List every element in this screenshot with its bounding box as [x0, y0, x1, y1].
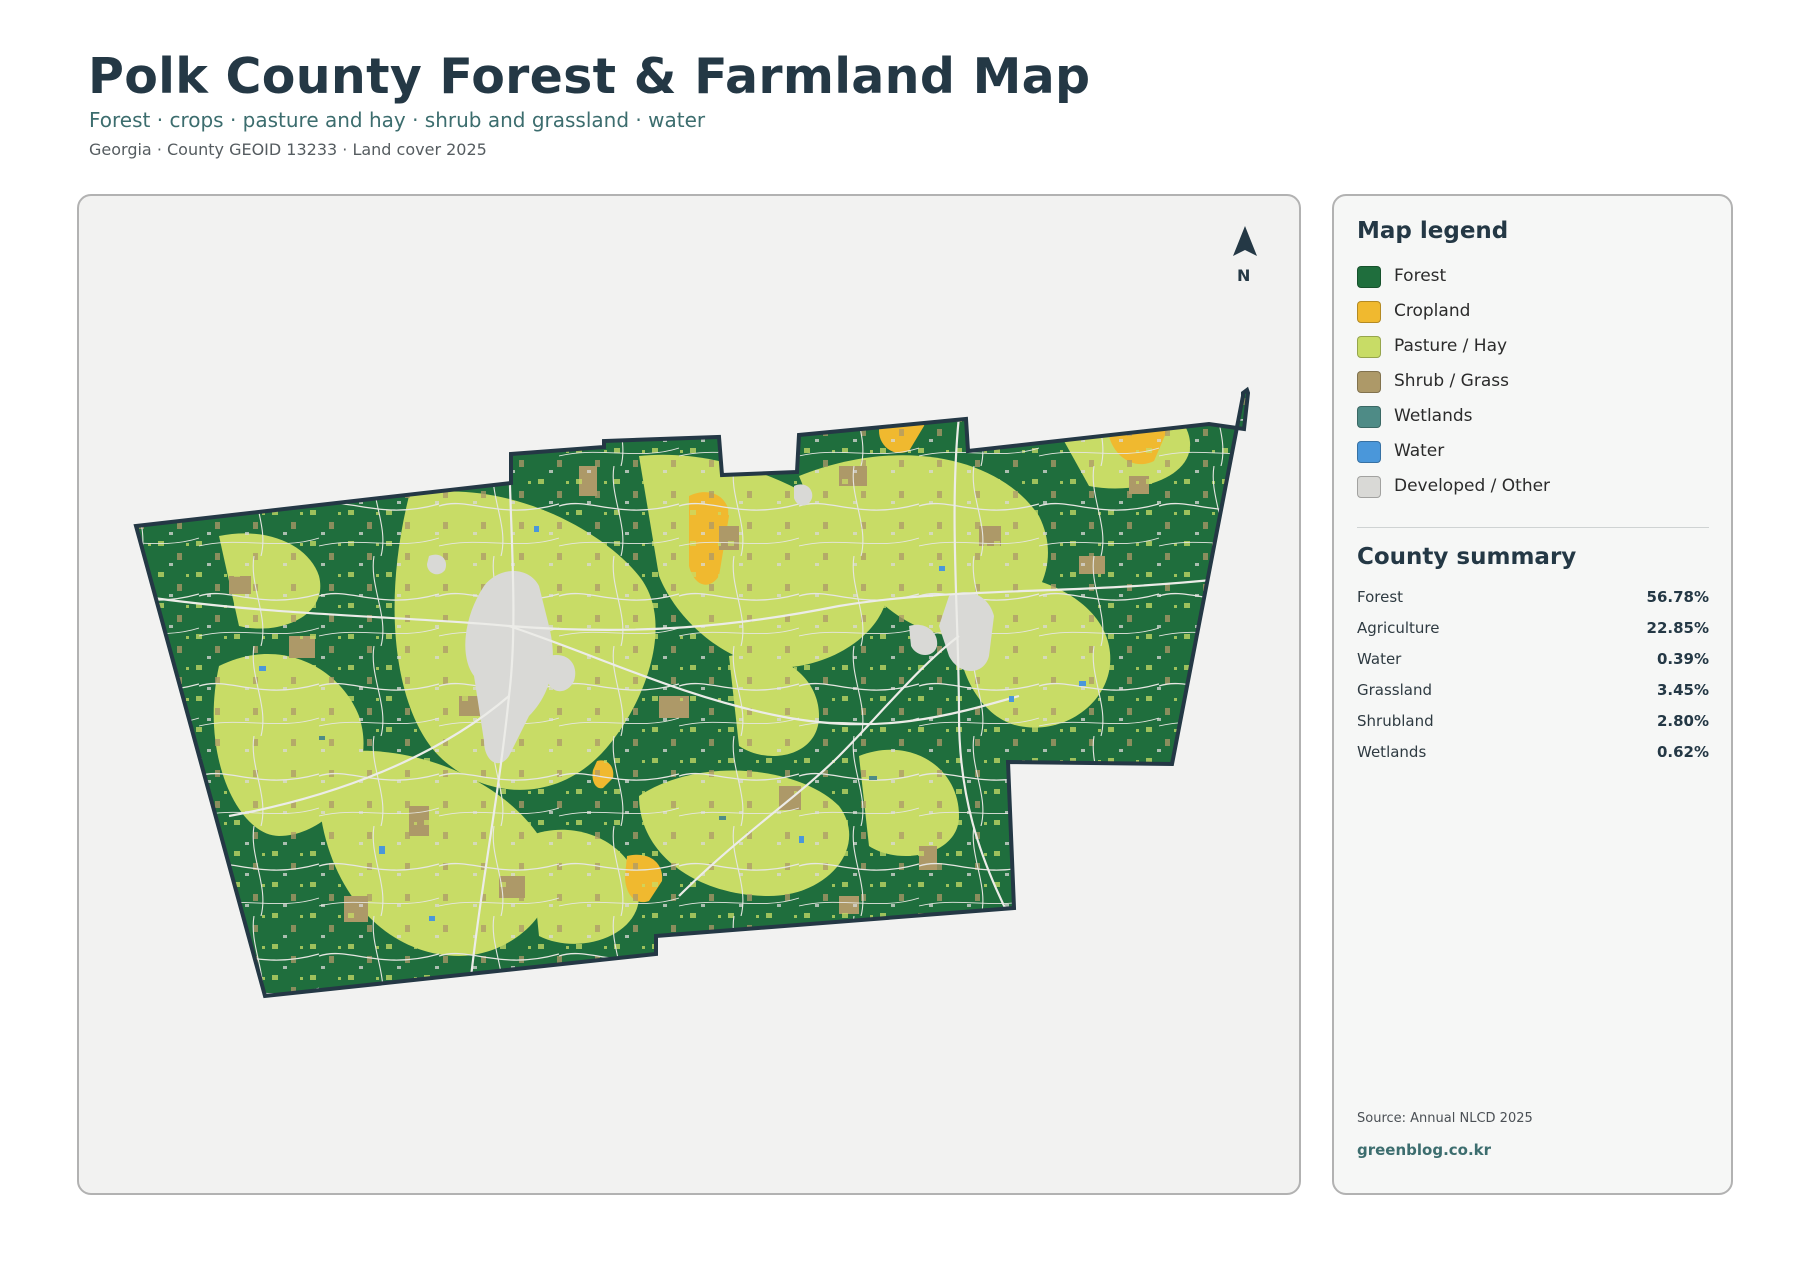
summary-row-agriculture: Agriculture 22.85% [1357, 619, 1709, 650]
panel-divider [1357, 527, 1709, 528]
legend-label: Shrub / Grass [1394, 371, 1509, 391]
summary-row-grassland: Grassland 3.45% [1357, 681, 1709, 712]
legend-title: Map legend [1357, 218, 1509, 244]
summary-row-forest: Forest 56.78% [1357, 588, 1709, 619]
county-map[interactable] [79, 196, 1301, 1195]
legend-swatch-cropland [1357, 301, 1381, 323]
page-title: Polk County Forest & Farmland Map [88, 48, 1091, 105]
legend-swatch-wetlands [1357, 406, 1381, 428]
legend-label: Pasture / Hay [1394, 336, 1508, 356]
summary-label: Water [1357, 650, 1402, 668]
summary-row-water: Water 0.39% [1357, 650, 1709, 681]
page-subtitle: Forest · crops · pasture and hay · shrub… [89, 108, 706, 132]
summary-list: Forest 56.78% Agriculture 22.85% Water 0… [1357, 588, 1709, 774]
summary-label: Grassland [1357, 681, 1432, 699]
summary-label: Shrubland [1357, 712, 1434, 730]
legend-swatch-developed [1357, 476, 1381, 498]
summary-row-wetlands: Wetlands 0.62% [1357, 743, 1709, 774]
north-arrow-label: N [1237, 266, 1251, 285]
site-link[interactable]: greenblog.co.kr [1357, 1141, 1491, 1159]
summary-label: Forest [1357, 588, 1404, 606]
legend-swatch-shrub [1357, 371, 1381, 393]
legend-swatch-pasture [1357, 336, 1381, 358]
summary-value: 2.80% [1656, 712, 1709, 730]
summary-value: 0.62% [1656, 743, 1709, 761]
legend-swatch-forest [1357, 266, 1381, 288]
summary-title: County summary [1357, 544, 1577, 570]
summary-label: Agriculture [1357, 619, 1440, 637]
summary-value: 0.39% [1656, 650, 1709, 668]
summary-row-shrubland: Shrubland 2.80% [1357, 712, 1709, 743]
side-panel: Map legend Forest Cropland Pasture / Hay… [1332, 194, 1733, 1195]
legend-label: Water [1394, 441, 1445, 461]
legend-swatch-water [1357, 441, 1381, 463]
legend-label: Forest [1394, 266, 1447, 286]
map-panel[interactable]: N [77, 194, 1301, 1195]
legend-label: Cropland [1394, 301, 1471, 321]
legend-label: Wetlands [1394, 406, 1473, 426]
north-arrow [1233, 226, 1257, 256]
summary-value: 22.85% [1646, 619, 1709, 637]
legend-label: Developed / Other [1394, 476, 1551, 496]
page-meta: Georgia · County GEOID 13233 · Land cove… [89, 140, 487, 159]
summary-label: Wetlands [1357, 743, 1427, 761]
land-cover-layer [136, 390, 1248, 996]
summary-value: 56.78% [1646, 588, 1709, 606]
source-note: Source: Annual NLCD 2025 [1357, 1111, 1533, 1126]
summary-value: 3.45% [1656, 681, 1709, 699]
